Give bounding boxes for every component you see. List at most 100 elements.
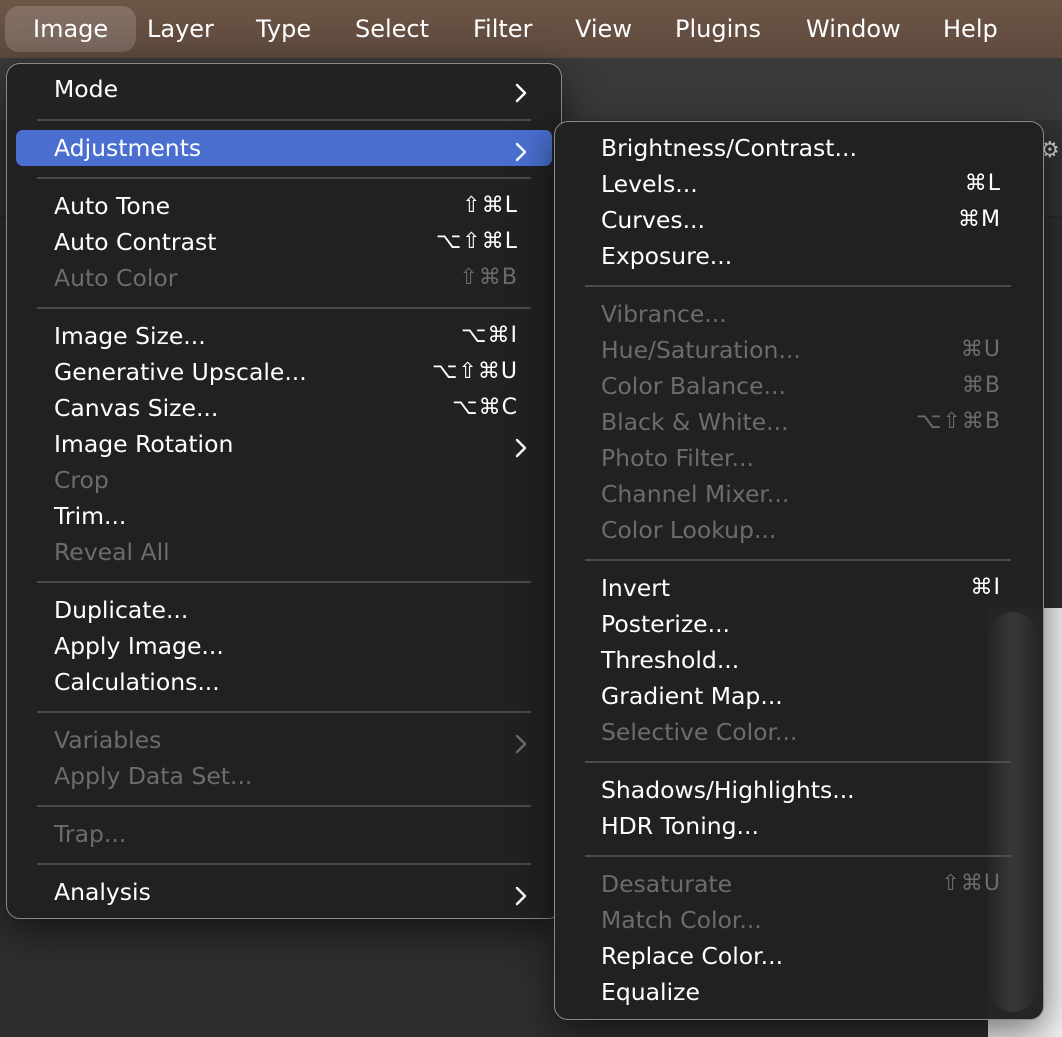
adjustments-item-match-color: Match Color... (555, 902, 1043, 938)
menu-separator (585, 285, 1011, 287)
menu-separator (37, 177, 531, 179)
menu-item-shortcut: ⌘L (964, 171, 1001, 196)
adjustments-item-curves[interactable]: Curves... ⌘M (555, 202, 1043, 238)
menu-item-label: Threshold... (601, 646, 740, 674)
menu-item-label: Generative Upscale... (54, 358, 307, 386)
menu-item-label: Reveal All (54, 538, 170, 566)
adjustments-item-color-lookup: Color Lookup... (555, 512, 1043, 548)
image-menu-item-duplicate[interactable]: Duplicate... (7, 592, 561, 628)
menu-item-shortcut: ⌘M (958, 207, 1001, 232)
menu-item-label: Auto Tone (54, 192, 171, 220)
menu-separator (585, 761, 1011, 763)
menu-item-label: Trim... (54, 502, 127, 530)
adjustments-item-vibrance: Vibrance... (555, 296, 1043, 332)
menu-separator (37, 119, 531, 121)
image-menu-item-apply-image[interactable]: Apply Image... (7, 628, 561, 664)
menu-item-label: Gradient Map... (601, 682, 783, 710)
menu-separator (585, 855, 1011, 857)
menubar-layer[interactable]: Layer (147, 6, 214, 52)
image-menu-item-image-rotation[interactable]: Image Rotation (7, 426, 561, 462)
menu-item-label: Levels... (601, 170, 698, 198)
menubar-view[interactable]: View (575, 6, 632, 52)
image-menu-item-auto-contrast[interactable]: Auto Contrast ⌥⇧⌘L (7, 224, 561, 260)
image-menu-item-generative-upscale[interactable]: Generative Upscale... ⌥⇧⌘U (7, 354, 561, 390)
adjustments-item-levels[interactable]: Levels... ⌘L (555, 166, 1043, 202)
menubar-help[interactable]: Help (943, 6, 998, 52)
menu-item-shortcut: ⌘U (960, 337, 1001, 362)
image-menu-item-reveal-all: Reveal All (7, 534, 561, 570)
adjustments-item-hdr-toning[interactable]: HDR Toning... (555, 808, 1043, 844)
menu-item-label: Analysis (54, 878, 151, 906)
image-menu-item-image-size[interactable]: Image Size... ⌥⌘I (7, 318, 561, 354)
menu-item-shortcut: ⇧⌘L (462, 193, 518, 218)
menu-item-label: Hue/Saturation... (601, 336, 801, 364)
adjustments-item-exposure[interactable]: Exposure... (555, 238, 1043, 274)
adjustments-item-equalize[interactable]: Equalize (555, 974, 1043, 1010)
image-menu-item-analysis[interactable]: Analysis (7, 874, 561, 910)
menu-item-label: HDR Toning... (601, 812, 759, 840)
image-menu-item-adjustments[interactable]: Adjustments (16, 130, 552, 166)
image-menu-item-calculations[interactable]: Calculations... (7, 664, 561, 700)
image-menu-item-variables: Variables (7, 722, 561, 758)
menu-item-label: Invert (601, 574, 671, 602)
menu-item-label: Curves... (601, 206, 705, 234)
menu-item-label: Auto Contrast (54, 228, 217, 256)
image-menu: Mode Adjustments Auto Tone ⇧⌘L Auto Contrast… (6, 63, 562, 919)
adjustments-item-brightness-contrast[interactable]: Brightness/Contrast... (555, 130, 1043, 166)
menu-item-shortcut: ⌥⇧⌘L (435, 229, 518, 254)
image-menu-item-auto-color: Auto Color ⇧⌘B (7, 260, 561, 296)
menubar-filter[interactable]: Filter (473, 6, 532, 52)
adjustments-item-color-balance: Color Balance... ⌘B (555, 368, 1043, 404)
adjustments-item-black-white: Black & White... ⌥⇧⌘B (555, 404, 1043, 440)
menu-item-label: Duplicate... (54, 596, 189, 624)
chevron-right-icon (514, 71, 534, 114)
menu-separator (37, 863, 531, 865)
menubar-select[interactable]: Select (355, 6, 429, 52)
menu-item-shortcut: ⌘B (961, 373, 1001, 398)
menu-item-label: Black & White... (601, 408, 789, 436)
menu-item-shortcut: ⇧⌘B (459, 265, 518, 290)
menu-item-label: Apply Image... (54, 632, 224, 660)
image-menu-item-crop: Crop (7, 462, 561, 498)
menubar-image[interactable]: Image (5, 6, 137, 52)
menu-item-label: Auto Color (54, 264, 178, 292)
menu-item-label: Selective Color... (601, 718, 798, 746)
adjustments-item-replace-color[interactable]: Replace Color... (555, 938, 1043, 974)
menu-item-label: Match Color... (601, 906, 762, 934)
adjustments-item-shadows-highlights[interactable]: Shadows/Highlights... (555, 772, 1043, 808)
adjustments-item-threshold[interactable]: Threshold... (555, 642, 1043, 678)
menu-item-label: Brightness/Contrast... (601, 134, 857, 162)
menu-item-label: Channel Mixer... (601, 480, 790, 508)
chevron-right-icon (514, 874, 534, 917)
adjustments-item-selective-color: Selective Color... (555, 714, 1043, 750)
menu-item-shortcut: ⌥⌘I (461, 323, 518, 348)
image-menu-item-trap: Trap... (7, 816, 561, 852)
menu-item-label: Replace Color... (601, 942, 784, 970)
menu-item-label: Photo Filter... (601, 444, 754, 472)
menu-item-shortcut: ⌥⇧⌘U (432, 359, 518, 384)
menu-item-shortcut: ⌘I (970, 575, 1001, 600)
menu-item-label: Shadows/Highlights... (601, 776, 855, 804)
adjustments-item-photo-filter: Photo Filter... (555, 440, 1043, 476)
image-menu-item-auto-tone[interactable]: Auto Tone ⇧⌘L (7, 188, 561, 224)
menu-separator (37, 711, 531, 713)
adjustments-item-posterize[interactable]: Posterize... (555, 606, 1043, 642)
menubar-window[interactable]: Window (806, 6, 901, 52)
image-menu-item-canvas-size[interactable]: Canvas Size... ⌥⌘C (7, 390, 561, 426)
menu-item-shortcut: ⇧⌘U (941, 871, 1001, 896)
image-menu-item-mode[interactable]: Mode (7, 71, 561, 107)
adjustments-item-channel-mixer: Channel Mixer... (555, 476, 1043, 512)
adjustments-item-gradient-map[interactable]: Gradient Map... (555, 678, 1043, 714)
menu-item-label: Posterize... (601, 610, 731, 638)
menu-separator (585, 559, 1011, 561)
menu-item-label: Image Rotation (54, 430, 234, 458)
adjustments-item-invert[interactable]: Invert ⌘I (555, 570, 1043, 606)
menu-item-label: Color Lookup... (601, 516, 777, 544)
menubar-type[interactable]: Type (256, 6, 311, 52)
menu-separator (37, 805, 531, 807)
menubar-plugins[interactable]: Plugins (675, 6, 761, 52)
menu-item-shortcut: ⌥⌘C (452, 395, 518, 420)
menu-separator (37, 581, 531, 583)
image-menu-item-trim[interactable]: Trim... (7, 498, 561, 534)
adjustments-submenu: Brightness/Contrast... Levels... ⌘L Curves.… (554, 121, 1044, 1020)
